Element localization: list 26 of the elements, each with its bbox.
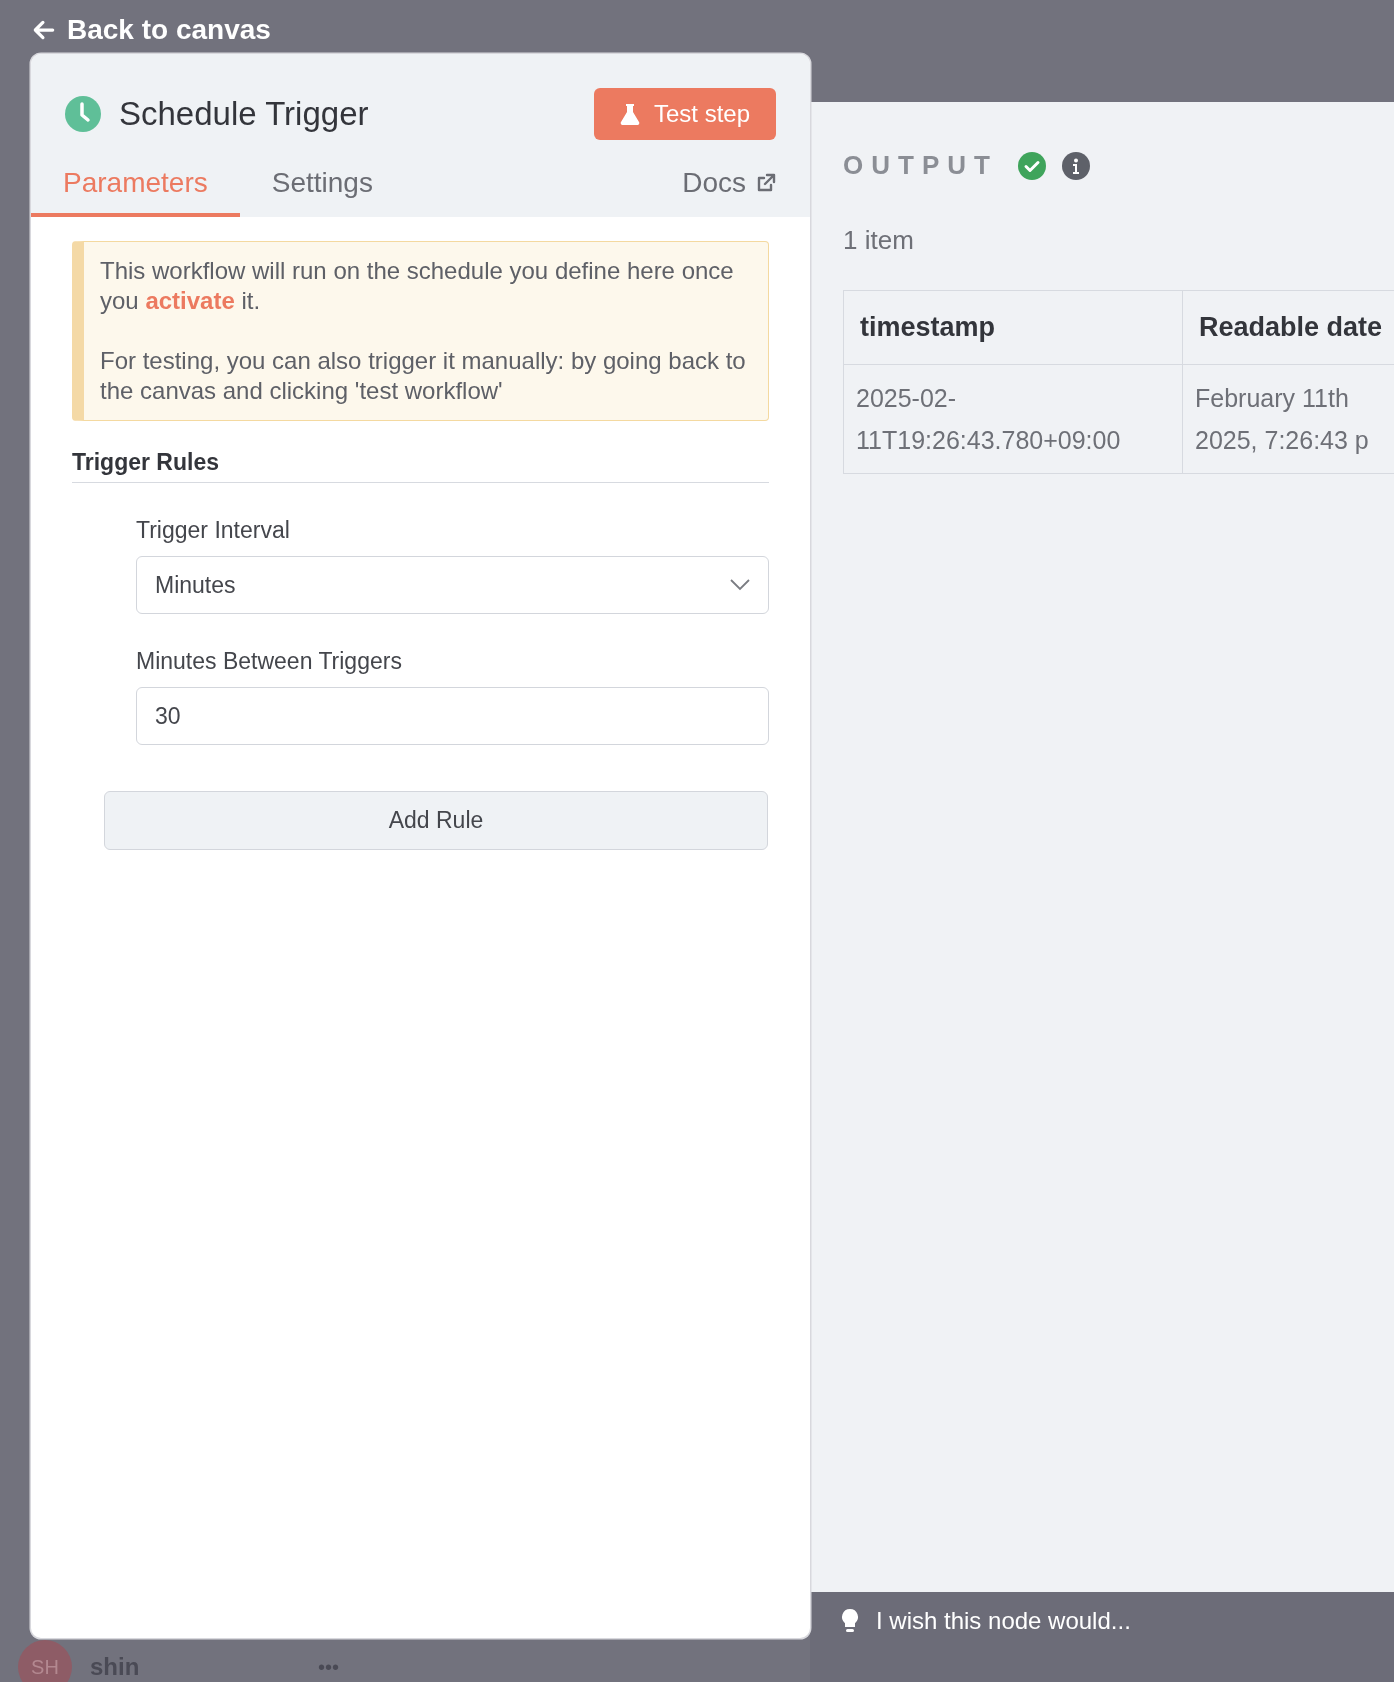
success-check-icon (1017, 151, 1046, 180)
chevron-down-icon (730, 579, 750, 591)
output-title: OUTPUT (843, 150, 998, 181)
add-rule-button[interactable]: Add Rule (104, 791, 768, 850)
info-icon[interactable] (1061, 151, 1090, 180)
test-step-button[interactable]: Test step (593, 88, 776, 140)
tab[interactable]: Settings (239, 167, 405, 217)
table-cell: 2025-02-11T19:26:43.780+09:00 (843, 364, 1183, 474)
select-field[interactable]: Minutes (136, 556, 769, 614)
item-count: 1 item (843, 225, 915, 256)
clock-icon (65, 96, 101, 132)
field-label: Trigger Interval (136, 517, 291, 544)
docs-link[interactable]: Docs (682, 167, 776, 217)
notice-text: This workflow will run on the schedule you define here once you activate it. (100, 256, 735, 316)
back-to-canvas-link[interactable]: Back to canvas (31, 14, 271, 46)
input-field[interactable]: 30 (136, 687, 769, 745)
tab[interactable]: Parameters (31, 167, 240, 217)
field-label: Minutes Between Triggers (136, 648, 403, 675)
column-header: timestamp (843, 290, 1183, 365)
node-title: Schedule Trigger (119, 95, 370, 133)
section-title: Trigger Rules (72, 449, 769, 483)
external-link-icon (756, 173, 776, 193)
flask-icon (619, 103, 640, 125)
column-header: Readable date (1182, 290, 1394, 365)
notice-text: For testing, you can also trigger it manually: by going back to the canvas and clicking 'test workflow' (100, 346, 747, 406)
lightbulb-icon (840, 1608, 860, 1634)
